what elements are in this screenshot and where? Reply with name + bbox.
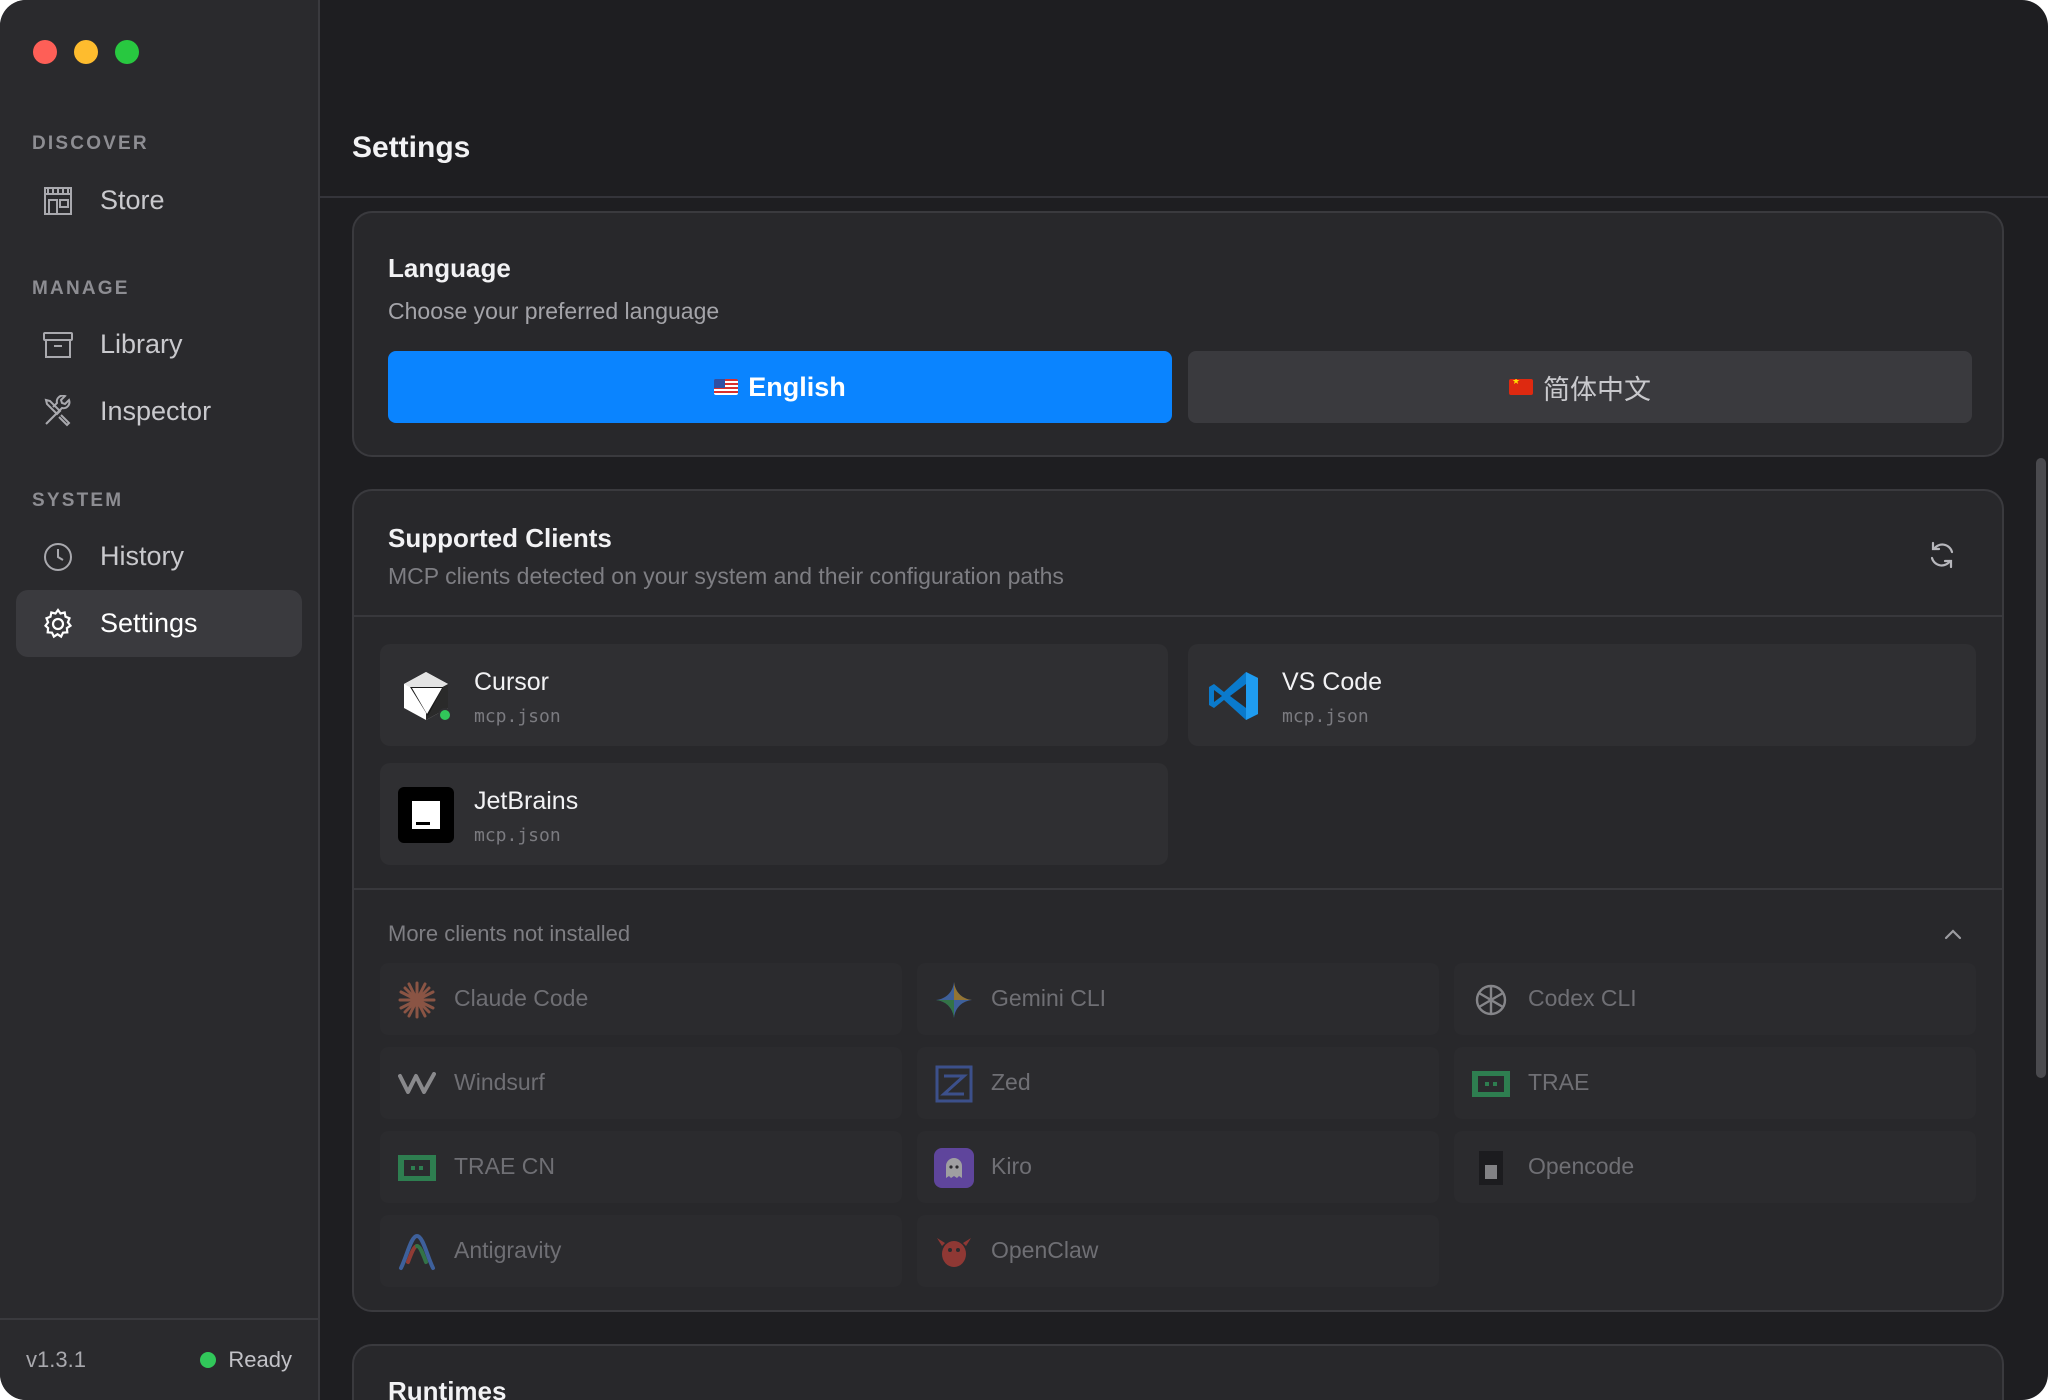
language-option-label: 简体中文 [1543, 374, 1651, 405]
client-config-file: mcp.json [1282, 706, 1369, 727]
claude-logo-icon [396, 979, 438, 1021]
client-name: OpenClaw [991, 1237, 1099, 1263]
jetbrains-logo-icon [398, 787, 454, 843]
openclaw-logo-icon [933, 1231, 975, 1273]
sidebar-item-label: History [100, 541, 185, 571]
divider [354, 888, 2002, 890]
vscode-logo-icon [1206, 668, 1262, 724]
language-subtitle: Choose your preferred language [388, 298, 720, 324]
client-name: TRAE CN [454, 1153, 555, 1179]
app-window: DISCOVER Store MANAGE Library Inspector … [0, 0, 2048, 1400]
zoom-window-button[interactable] [115, 40, 139, 64]
client-card-kiro[interactable]: Kiro [917, 1131, 1439, 1203]
window-controls [33, 40, 139, 64]
divider [354, 615, 2002, 617]
more-clients-label: More clients not installed [388, 921, 631, 946]
client-card-openclaw[interactable]: OpenClaw [917, 1215, 1439, 1287]
sidebar-item-settings[interactable]: Settings [16, 590, 302, 657]
us-flag-icon [714, 379, 739, 395]
active-status-dot [438, 708, 452, 722]
client-name: Codex CLI [1528, 985, 1637, 1011]
client-card-trae[interactable]: TRAE [1454, 1047, 1976, 1119]
scrollbar-thumb[interactable] [2036, 458, 2046, 1078]
sidebar-item-label: Settings [100, 608, 198, 638]
minimize-window-button[interactable] [74, 40, 98, 64]
clients-title: Supported Clients [388, 523, 612, 553]
gear-icon [40, 606, 76, 642]
antigravity-logo-icon [396, 1231, 438, 1273]
status-text: Ready [228, 1347, 292, 1372]
client-name: VS Code [1282, 668, 1383, 696]
language-option-label: English [748, 371, 846, 402]
client-card-gemini-cli[interactable]: Gemini CLI [917, 963, 1439, 1035]
trae-cn-logo-icon [396, 1147, 438, 1189]
client-config-file: mcp.json [474, 706, 561, 727]
sidebar-item-history[interactable]: History [16, 523, 302, 590]
openai-logo-icon [1470, 979, 1512, 1021]
language-card: Language Choose your preferred language … [352, 211, 2004, 457]
zed-logo-icon [933, 1063, 975, 1105]
header: Settings [320, 0, 2048, 198]
client-card-vscode[interactable]: VS Code mcp.json [1188, 644, 1976, 746]
clock-icon [40, 539, 76, 575]
client-card-cursor[interactable]: Cursor mcp.json [380, 644, 1168, 746]
client-name: Opencode [1528, 1153, 1635, 1179]
kiro-logo-icon [933, 1147, 975, 1189]
client-config-file: mcp.json [474, 825, 561, 846]
sidebar-item-library[interactable]: Library [16, 311, 302, 378]
sidebar-footer: v1.3.1 Ready [0, 1318, 318, 1400]
sidebar: DISCOVER Store MANAGE Library Inspector … [0, 0, 320, 1400]
sidebar-item-store[interactable]: Store [16, 167, 302, 234]
language-chinese-button[interactable]: 简体中文 [1188, 351, 1972, 423]
section-label-system: SYSTEM [32, 490, 124, 511]
windsurf-logo-icon [396, 1063, 438, 1105]
clients-subtitle: MCP clients detected on your system and … [388, 563, 1064, 589]
opencode-logo-icon [1470, 1147, 1512, 1189]
refresh-button[interactable] [1924, 537, 1960, 573]
client-card-opencode[interactable]: Opencode [1454, 1131, 1976, 1203]
chevron-up-icon [1944, 929, 1962, 940]
client-name: JetBrains [474, 787, 579, 815]
store-icon [40, 183, 76, 219]
client-card-jetbrains[interactable]: JetBrains mcp.json [380, 763, 1168, 865]
section-label-manage: MANAGE [32, 278, 130, 299]
status-dot-icon [200, 1352, 217, 1368]
client-name: Antigravity [454, 1237, 562, 1263]
sidebar-item-label: Store [100, 185, 165, 215]
page-title: Settings [352, 131, 471, 164]
main-content: Settings Language Choose your preferred … [320, 0, 2048, 1400]
sidebar-item-inspector[interactable]: Inspector [16, 378, 302, 445]
trae-logo-icon [1470, 1063, 1512, 1105]
client-name: Cursor [474, 668, 550, 696]
language-title: Language [388, 253, 511, 283]
client-name: Windsurf [454, 1069, 545, 1095]
gemini-logo-icon [933, 979, 975, 1021]
client-name: Zed [991, 1069, 1031, 1095]
section-label-discover: DISCOVER [32, 133, 149, 154]
sidebar-item-label: Library [100, 329, 183, 359]
client-name: TRAE [1528, 1069, 1590, 1095]
client-name: Kiro [991, 1153, 1032, 1179]
client-card-claude-code[interactable]: Claude Code [380, 963, 902, 1035]
archive-box-icon [40, 327, 76, 363]
close-window-button[interactable] [33, 40, 57, 64]
runtimes-title: Runtimes [388, 1376, 507, 1400]
version-label: v1.3.1 [26, 1347, 86, 1372]
cn-flag-icon [1509, 379, 1533, 395]
refresh-icon [1930, 541, 1954, 569]
supported-clients-card: Supported Clients MCP clients detected o… [352, 489, 2004, 1312]
collapse-button[interactable] [1938, 919, 1968, 949]
client-name: Gemini CLI [991, 985, 1107, 1011]
sidebar-item-label: Inspector [100, 396, 212, 426]
runtimes-card: Runtimes [352, 1344, 2004, 1400]
language-english-button[interactable]: English [388, 351, 1172, 423]
client-card-trae-cn[interactable]: TRAE CN [380, 1131, 902, 1203]
tools-icon [40, 394, 76, 430]
client-card-antigravity[interactable]: Antigravity [380, 1215, 902, 1287]
status-indicator: Ready [200, 1347, 292, 1373]
client-card-zed[interactable]: Zed [917, 1047, 1439, 1119]
client-name: Claude Code [454, 985, 589, 1011]
client-card-windsurf[interactable]: Windsurf [380, 1047, 902, 1119]
client-card-codex-cli[interactable]: Codex CLI [1454, 963, 1976, 1035]
